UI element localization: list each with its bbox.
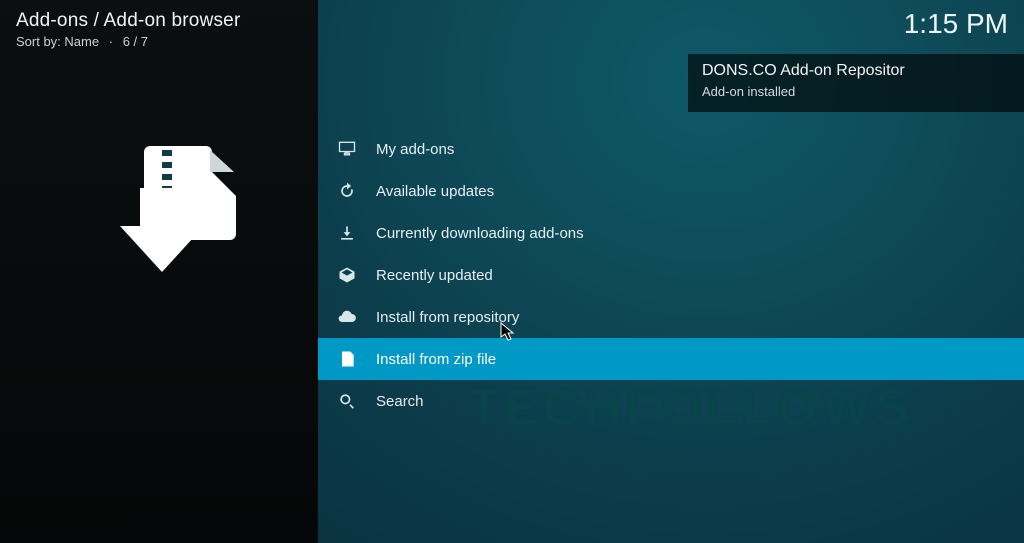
- menu-item-recently-updated[interactable]: Recently updated: [318, 254, 1024, 296]
- menu-item-currently-downloading[interactable]: Currently downloading add-ons: [318, 212, 1024, 254]
- menu-item-label: Install from repository: [376, 309, 519, 326]
- addon-browser-hero-icon: [92, 140, 240, 280]
- cloud-icon: [336, 306, 358, 328]
- zip-icon: [336, 348, 358, 370]
- notification-toast: DONS.CO Add-on Repositor Add-on installe…: [688, 54, 1024, 112]
- menu-item-label: Recently updated: [376, 267, 493, 284]
- addon-browser-menu: My add-ons Available updates Currently d…: [318, 128, 1024, 422]
- menu-item-available-updates[interactable]: Available updates: [318, 170, 1024, 212]
- toast-subtitle: Add-on installed: [702, 84, 1012, 99]
- mouse-cursor: [500, 322, 516, 342]
- list-position: 6 / 7: [123, 34, 148, 49]
- box-icon: [336, 264, 358, 286]
- menu-item-search[interactable]: Search: [318, 380, 1024, 422]
- menu-item-install-from-zip[interactable]: Install from zip file: [318, 338, 1024, 380]
- menu-item-label: Available updates: [376, 183, 494, 200]
- menu-item-install-from-repository[interactable]: Install from repository: [318, 296, 1024, 338]
- sort-line: Sort by: Name · 6 / 7: [16, 34, 148, 49]
- sidebar: Add-ons / Add-on browser Sort by: Name ·…: [0, 0, 318, 543]
- menu-item-label: Install from zip file: [376, 351, 496, 368]
- breadcrumb: Add-ons / Add-on browser: [16, 10, 240, 32]
- clock: 1:15 PM: [904, 8, 1008, 40]
- content-pane: 1:15 PM DONS.CO Add-on Repositor Add-on …: [318, 0, 1024, 543]
- download-icon: [336, 222, 358, 244]
- menu-item-label: My add-ons: [376, 141, 454, 158]
- search-icon: [336, 390, 358, 412]
- sort-label: Sort by: Name: [16, 34, 99, 49]
- menu-item-label: Currently downloading add-ons: [376, 225, 584, 242]
- menu-item-label: Search: [376, 393, 424, 410]
- toast-title: DONS.CO Add-on Repositor: [702, 62, 1012, 80]
- refresh-icon: [336, 180, 358, 202]
- separator-dot: ·: [103, 34, 119, 49]
- monitor-icon: [336, 138, 358, 160]
- menu-item-my-addons[interactable]: My add-ons: [318, 128, 1024, 170]
